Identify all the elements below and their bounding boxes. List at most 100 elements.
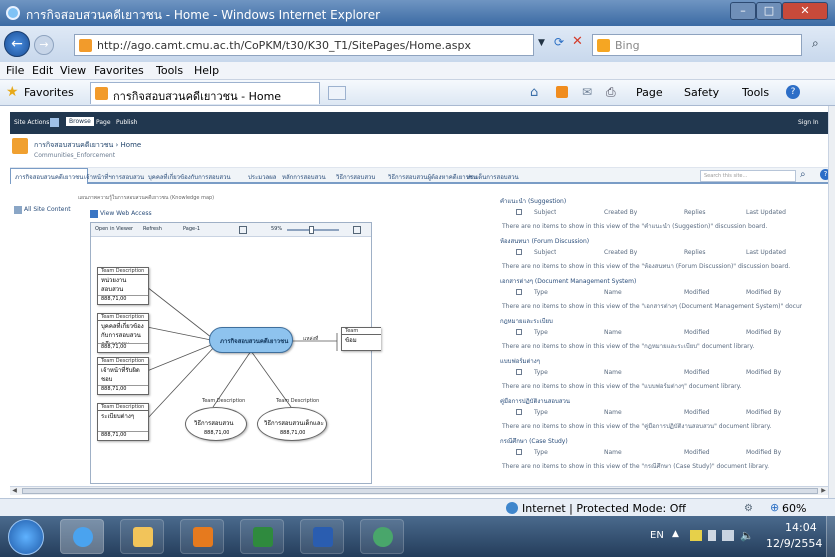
minimize-button[interactable]: –: [730, 2, 756, 20]
help-icon[interactable]: ?: [786, 85, 800, 99]
show-desktop-button[interactable]: [826, 516, 835, 557]
sign-in-link[interactable]: Sign In: [798, 119, 819, 126]
back-button[interactable]: ←: [4, 31, 30, 57]
nav-item-home[interactable]: ภารกิจสอบสวนคดีเยาวชน: [10, 168, 89, 184]
feeds-icon[interactable]: [556, 86, 568, 98]
menu-help[interactable]: Help: [194, 64, 219, 77]
flag-icon[interactable]: [690, 530, 702, 541]
refresh-button[interactable]: Refresh: [143, 226, 162, 232]
nav-item-process[interactable]: ประมวลผล: [248, 172, 276, 182]
tab[interactable]: การกิจสอบสวนคดีเยาวชน - Home: [90, 82, 320, 104]
diagram-node[interactable]: Team Description ระเบียบต่างๆ 888,71,00: [97, 403, 149, 441]
column-header[interactable]: Modified By: [746, 289, 781, 296]
print-icon[interactable]: ⎙: [606, 85, 616, 100]
close-button[interactable]: ✕: [782, 2, 828, 20]
tools-menu[interactable]: Tools: [742, 86, 769, 99]
column-header[interactable]: Name: [604, 289, 622, 296]
maximize-button[interactable]: □: [756, 2, 782, 20]
open-in-viewer-button[interactable]: Open in Viewer: [95, 226, 133, 232]
tab-publish[interactable]: Publish: [116, 119, 137, 126]
column-header[interactable]: Name: [604, 369, 622, 376]
column-header[interactable]: Created By: [604, 249, 637, 256]
clock-time[interactable]: 14:04: [785, 521, 817, 534]
select-all-checkbox[interactable]: [516, 369, 522, 375]
center-node[interactable]: ภารกิจสอบสวนคดีเยาวชน: [209, 327, 293, 353]
nav-item-principles[interactable]: หลักการสอบสวน: [282, 172, 326, 182]
mail-icon[interactable]: ✉: [582, 85, 592, 99]
select-all-checkbox[interactable]: [516, 209, 522, 215]
column-header[interactable]: Subject: [534, 249, 556, 256]
home-icon[interactable]: ⌂: [530, 85, 538, 100]
stop-icon[interactable]: ✕: [572, 34, 583, 49]
column-header[interactable]: Type: [534, 329, 548, 336]
vertical-scrollbar[interactable]: [828, 106, 835, 498]
all-site-content-link[interactable]: All Site Content: [24, 206, 71, 213]
column-header[interactable]: Name: [604, 449, 622, 456]
favorites-button[interactable]: Favorites: [24, 86, 74, 99]
list-title[interactable]: กฎหมายและระเบียบ: [500, 316, 553, 326]
column-header[interactable]: Modified By: [746, 369, 781, 376]
menu-tools[interactable]: Tools: [156, 64, 183, 77]
select-all-checkbox[interactable]: [516, 449, 522, 455]
volume-icon[interactable]: 🔈: [740, 529, 754, 542]
edit-page-icon[interactable]: [50, 118, 59, 127]
taskbar-app[interactable]: [360, 519, 404, 554]
nav-item-youth-methods[interactable]: วิธีการสอบสวนผู้ต้องหาคดีเยาวชน: [388, 172, 477, 182]
taskbar-explorer[interactable]: [120, 519, 164, 554]
menu-view[interactable]: View: [60, 64, 86, 77]
column-header[interactable]: Replies: [684, 249, 706, 256]
nav-item-issues[interactable]: ประเด็นการสอบสวน: [466, 172, 519, 182]
tray-chevron-icon[interactable]: ▲: [672, 529, 679, 539]
site-search-input[interactable]: Search this site...: [700, 170, 796, 182]
column-header[interactable]: Created By: [604, 209, 637, 216]
scrollbar-thumb[interactable]: [22, 488, 818, 494]
page-menu[interactable]: Page: [636, 86, 663, 99]
list-title[interactable]: คู่มือการปฏิบัติงานสอบสวน: [500, 396, 570, 406]
taskbar-ie[interactable]: [60, 519, 104, 554]
menu-edit[interactable]: Edit: [32, 64, 53, 77]
nav-item-methods[interactable]: วิธีการสอบสวน: [336, 172, 375, 182]
diagram-node[interactable]: Team Description เจ้าหน้าที่รับผิดชอบ 88…: [97, 357, 149, 395]
refresh-icon[interactable]: ⟳: [554, 35, 564, 49]
select-all-checkbox[interactable]: [516, 249, 522, 255]
column-header[interactable]: Replies: [684, 209, 706, 216]
page-selector[interactable]: Page-1: [183, 226, 200, 232]
nav-item-persons[interactable]: บุคคลที่เกี่ยวข้องกับการสอบสวน: [148, 172, 231, 182]
language-indicator[interactable]: EN: [650, 530, 664, 541]
menu-file[interactable]: File: [6, 64, 24, 77]
column-header[interactable]: Modified: [684, 449, 710, 456]
fit-page-icon[interactable]: [239, 226, 247, 234]
taskbar-word[interactable]: [300, 519, 344, 554]
column-header[interactable]: Type: [534, 449, 548, 456]
select-all-checkbox[interactable]: [516, 289, 522, 295]
network-icon[interactable]: [722, 530, 734, 541]
url-field[interactable]: http://ago.camt.cmu.ac.th/CoPKM/t30/K30_…: [74, 34, 534, 56]
select-all-checkbox[interactable]: [516, 329, 522, 335]
diagram-node[interactable]: Team Description หน่วยงานสอบสวน 888,71,0…: [97, 267, 149, 305]
diagram-node[interactable]: Team Description วิธีการสอบสวน 888,71,00: [185, 398, 247, 441]
horizontal-scrollbar[interactable]: ◀ ▶: [10, 486, 828, 495]
column-header[interactable]: Last Updated: [746, 209, 786, 216]
taskbar-media-player[interactable]: [180, 519, 224, 554]
select-all-checkbox[interactable]: [516, 409, 522, 415]
menu-favorites[interactable]: Favorites: [94, 64, 144, 77]
column-header[interactable]: Type: [534, 369, 548, 376]
safety-menu[interactable]: Safety: [684, 86, 719, 99]
diagram-node[interactable]: Team Description บุคคลที่เกี่ยวข้องกับกา…: [97, 313, 149, 353]
nav-item-officers[interactable]: เจ้าหน้าที่ฯการสอบสวน: [84, 172, 144, 182]
zoom-level-status[interactable]: 60%: [782, 502, 806, 515]
site-search-icon[interactable]: ⌕: [800, 169, 806, 180]
column-header[interactable]: Modified By: [746, 409, 781, 416]
column-header[interactable]: Type: [534, 289, 548, 296]
search-icon[interactable]: ⌕: [812, 36, 819, 51]
column-header[interactable]: Name: [604, 409, 622, 416]
column-header[interactable]: Name: [604, 329, 622, 336]
fullscreen-icon[interactable]: [353, 226, 361, 234]
new-tab-button[interactable]: [328, 86, 346, 100]
column-header[interactable]: Subject: [534, 209, 556, 216]
taskbar-excel[interactable]: [240, 519, 284, 554]
security-zone[interactable]: Internet | Protected Mode: Off: [522, 502, 686, 515]
column-header[interactable]: Modified By: [746, 449, 781, 456]
zoom-icon[interactable]: ⊕: [770, 501, 779, 514]
breadcrumb[interactable]: การกิจสอบสวนคดีเยาวชน › Home: [34, 140, 141, 151]
